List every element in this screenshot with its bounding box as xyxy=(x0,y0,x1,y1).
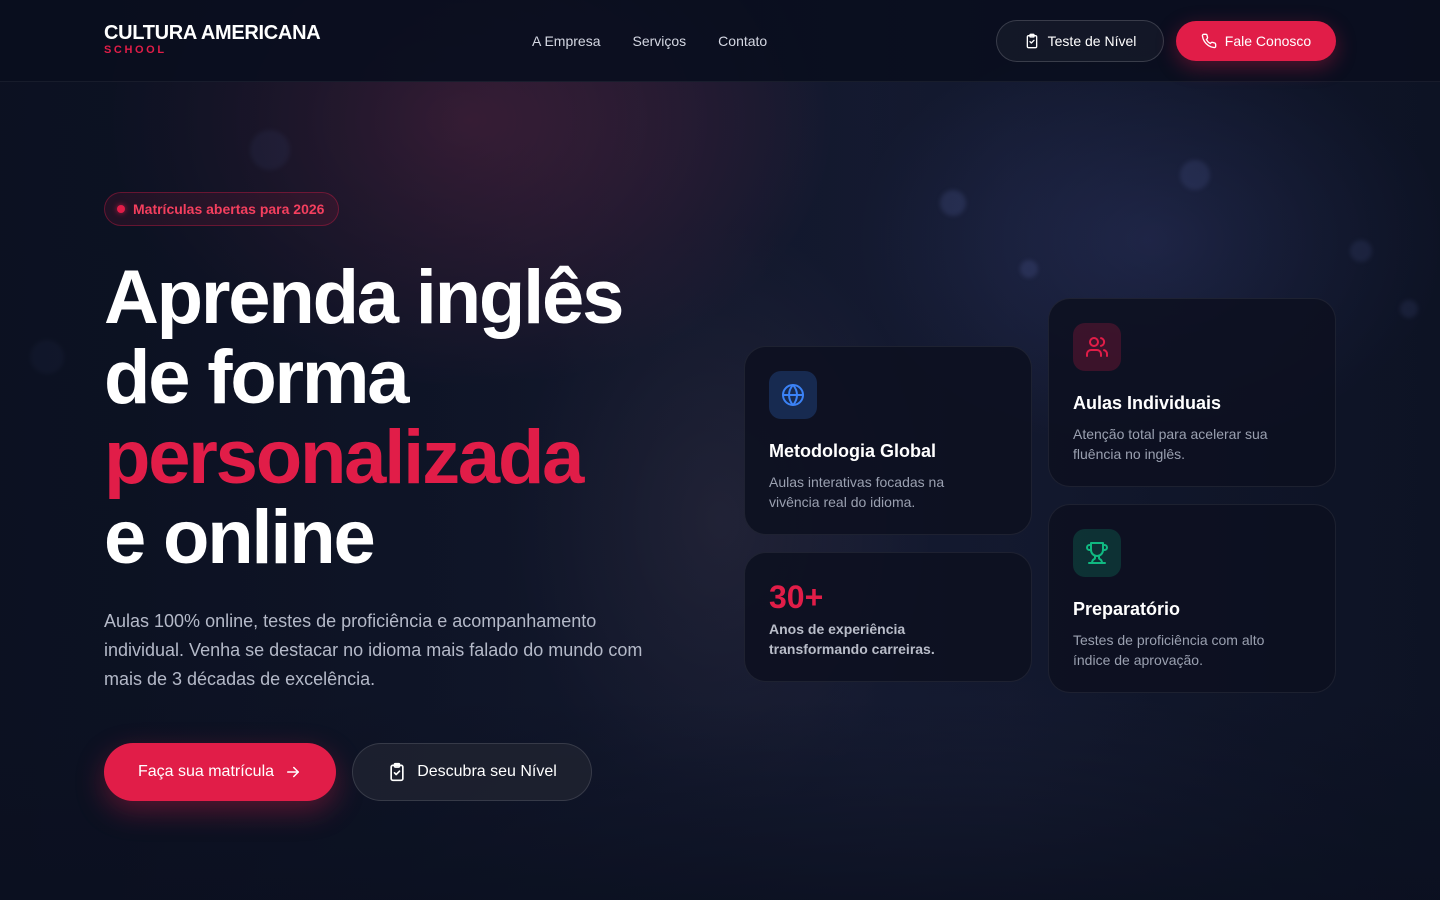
card-methodology-title: Metodologia Global xyxy=(769,441,936,461)
phone-icon xyxy=(1201,33,1217,49)
card-individual-title: Aulas Individuais xyxy=(1073,393,1222,413)
users-icon xyxy=(1073,323,1121,371)
hero-headline: Aprenda inglês de forma personalizada e … xyxy=(104,258,724,578)
level-test-button[interactable]: Teste de Nível xyxy=(996,20,1164,62)
main-nav: A Empresa Serviços Contato xyxy=(532,31,767,51)
card-prep-title: Preparatório xyxy=(1073,599,1181,619)
discover-level-button[interactable]: Descubra seu Nível xyxy=(352,743,592,801)
contact-button[interactable]: Fale Conosco xyxy=(1176,21,1336,61)
card-methodology: Metodologia Global Aulas interativas foc… xyxy=(744,346,1032,535)
card-individual-text: Atenção total para acelerar sua fluência… xyxy=(1073,426,1268,462)
enroll-button[interactable]: Faça sua matrícula xyxy=(104,743,336,801)
site-header: CULTURA AMERICANA SCHOOL A Empresa Servi… xyxy=(0,0,1440,82)
brand-logo[interactable]: CULTURA AMERICANA SCHOOL xyxy=(104,22,321,57)
card-methodology-text: Aulas interativas focadas na vivência re… xyxy=(769,474,945,510)
nav-item-contato[interactable]: Contato xyxy=(718,31,767,51)
enroll-button-label: Faça sua matrícula xyxy=(137,763,275,780)
headline-line-2: de forma xyxy=(104,335,410,420)
card-individual: Aulas Individuais Atenção total para ace… xyxy=(1048,298,1336,487)
headline-line-1: Aprenda inglês xyxy=(104,255,624,340)
enrollment-badge: Matrículas abertas para 2026 xyxy=(104,192,340,226)
headline-line-4: e online xyxy=(104,495,376,580)
pulse-dot-icon xyxy=(117,205,125,213)
experience-value: 30+ xyxy=(769,579,824,615)
contact-label: Fale Conosco xyxy=(1224,33,1312,49)
brand-tagline: SCHOOL xyxy=(104,44,167,56)
level-test-label: Teste de Nível xyxy=(1047,33,1137,49)
experience-text: Anos de experiência transformando carrei… xyxy=(769,621,935,657)
clipboard-check-icon xyxy=(387,762,407,782)
arrow-right-icon xyxy=(284,763,302,781)
card-experience: 30+ Anos de experiência transformando ca… xyxy=(744,552,1032,682)
brand-name: CULTURA AMERICANA xyxy=(104,22,321,44)
clipboard-check-icon xyxy=(1024,33,1040,49)
nav-item-empresa[interactable]: A Empresa xyxy=(532,31,600,51)
card-prep: Preparatório Testes de proficiência com … xyxy=(1048,504,1336,693)
discover-level-label: Descubra seu Nível xyxy=(417,763,557,780)
trophy-icon xyxy=(1073,529,1121,577)
hero-description: Aulas 100% online, testes de proficiênci… xyxy=(104,611,643,689)
card-prep-text: Testes de proficiência com alto índice d… xyxy=(1073,632,1265,668)
nav-item-servicos[interactable]: Serviços xyxy=(632,31,686,51)
enrollment-badge-text: Matrículas abertas para 2026 xyxy=(133,201,325,217)
globe-icon xyxy=(769,371,817,419)
headline-accent: personalizada xyxy=(104,415,584,500)
